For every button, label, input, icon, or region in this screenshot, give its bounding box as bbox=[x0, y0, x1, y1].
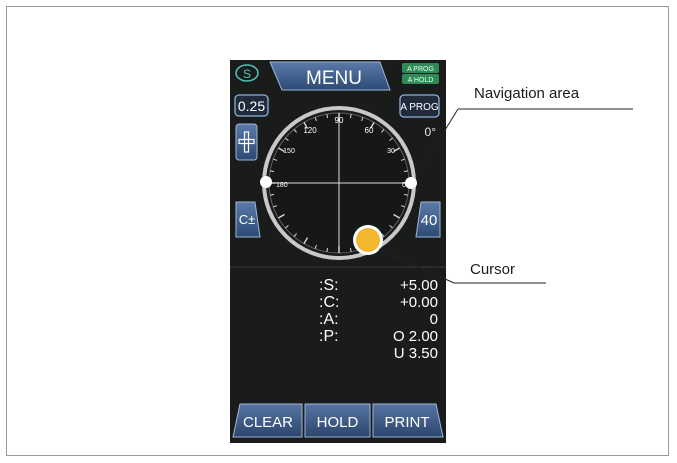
readout-key-a: :A: bbox=[319, 311, 339, 328]
readout-key-c: :C: bbox=[319, 294, 339, 311]
readout-value-a: 0 bbox=[430, 311, 438, 328]
left-axis-handle[interactable] bbox=[260, 176, 272, 188]
dial-tick bbox=[269, 170, 275, 173]
readout-value-s: +5.00 bbox=[400, 277, 438, 294]
clear-button[interactable]: CLEAR bbox=[232, 403, 303, 438]
hold-label: HOLD bbox=[317, 414, 359, 431]
angle-30-label: 30 bbox=[387, 148, 395, 155]
right-value-button[interactable]: 40 bbox=[415, 201, 441, 238]
c-sign-label: C± bbox=[239, 212, 256, 227]
cursor-callout: Cursor bbox=[470, 261, 516, 278]
aprog-badge-label: A PROG bbox=[407, 66, 434, 73]
readout-key-s: :S: bbox=[319, 277, 339, 294]
aprog-status-badge: A PROG bbox=[402, 63, 439, 73]
readout-key-p: :P: bbox=[319, 328, 339, 345]
dial-tick bbox=[269, 193, 275, 196]
right-axis-handle[interactable] bbox=[405, 177, 417, 189]
measurement-readout: :S: :C: :A: :P: +5.00 +0.00 0 O 2.00 U 3… bbox=[319, 277, 438, 362]
readout-value-c: +0.00 bbox=[400, 294, 438, 311]
s-badge[interactable]: S bbox=[235, 64, 259, 82]
s-badge-label: S bbox=[243, 67, 251, 81]
device-screen: S MENU A PROG A HOLD 0.25 C± A PROG 40 0… bbox=[230, 60, 446, 443]
aprog-button-label: A PROG bbox=[400, 102, 439, 113]
c-sign-button[interactable]: C± bbox=[235, 201, 261, 238]
dial-tick bbox=[349, 113, 352, 119]
step-value-button[interactable]: 0.25 bbox=[234, 94, 269, 117]
angle-90-label: 90 bbox=[335, 116, 344, 125]
dial-tick bbox=[403, 170, 409, 173]
angle-150-label: 150 bbox=[283, 148, 295, 155]
print-label: PRINT bbox=[385, 414, 430, 431]
right-value-label: 40 bbox=[421, 212, 438, 229]
dial-tick bbox=[349, 247, 352, 253]
angle-60-label: 60 bbox=[365, 126, 374, 135]
cursor[interactable] bbox=[356, 228, 380, 252]
navigation-dial[interactable]: 120 90 60 150 30 180 0 bbox=[260, 106, 417, 260]
aprog-button[interactable]: A PROG bbox=[399, 94, 440, 118]
dial-tick bbox=[403, 193, 409, 196]
screen-graphics: S MENU A PROG A HOLD 0.25 C± A PROG 40 0… bbox=[230, 61, 446, 438]
readout-value-p-u: U 3.50 bbox=[394, 345, 438, 362]
dial-tick bbox=[326, 247, 329, 253]
navigation-area-callout: Navigation area bbox=[474, 85, 580, 102]
menu-label: MENU bbox=[306, 68, 362, 89]
menu-button[interactable]: MENU bbox=[269, 61, 391, 91]
plus-button[interactable] bbox=[235, 123, 258, 161]
dial-tick bbox=[326, 113, 329, 119]
print-button[interactable]: PRINT bbox=[372, 403, 444, 438]
ahold-status-badge: A HOLD bbox=[402, 74, 439, 84]
zero-degree-label: 0° bbox=[425, 125, 437, 139]
angle-120-label: 120 bbox=[303, 126, 317, 135]
hold-button[interactable]: HOLD bbox=[304, 403, 371, 438]
readout-value-p-o: O 2.00 bbox=[393, 328, 438, 345]
ahold-badge-label: A HOLD bbox=[408, 77, 434, 84]
clear-label: CLEAR bbox=[243, 414, 293, 431]
step-value-label: 0.25 bbox=[238, 98, 265, 114]
angle-180-label: 180 bbox=[276, 182, 288, 189]
